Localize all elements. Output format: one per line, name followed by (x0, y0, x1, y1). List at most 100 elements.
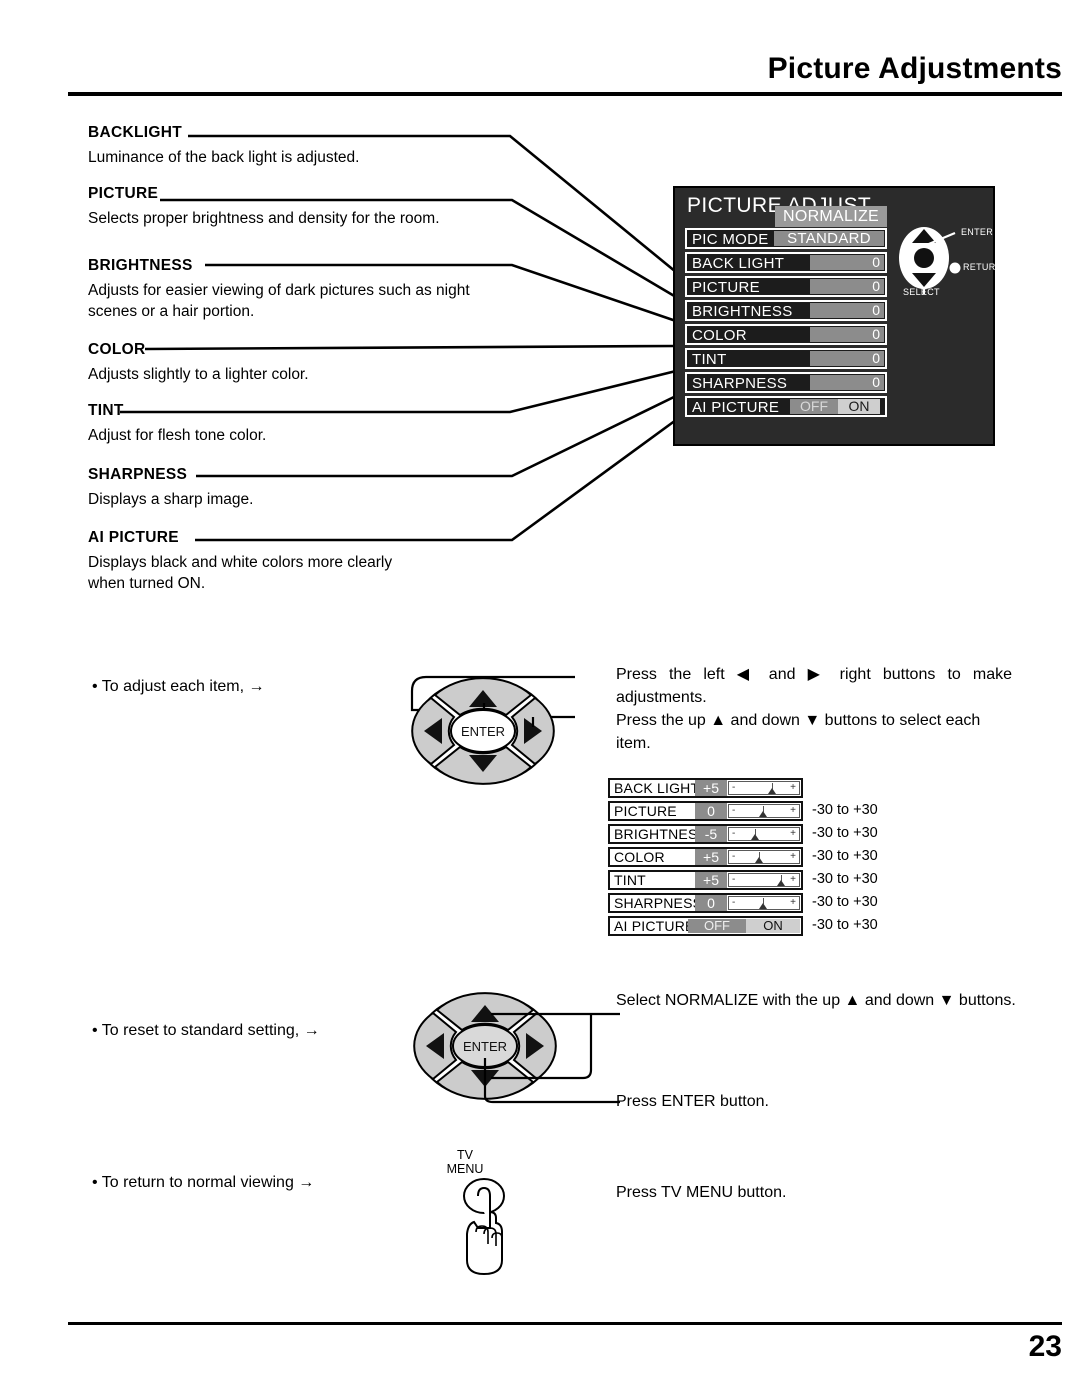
value-row-label: PICTURE (614, 803, 677, 819)
value-row-sharpness[interactable]: SHARPNESS 0 - + (608, 893, 803, 913)
osd-row-brightness[interactable]: BRIGHTNESS 0 (685, 300, 887, 321)
nav-label-select: SELECT (903, 287, 940, 297)
tv-menu-caption-line2: MENU (446, 1162, 484, 1176)
description-body: Adjusts for easier viewing of dark pictu… (88, 282, 470, 320)
osd-ai-picture-toggle[interactable]: OFF ON (790, 399, 884, 414)
slider-knob[interactable] (751, 834, 759, 840)
slider-knob[interactable] (777, 880, 785, 886)
range-color: -30 to +30 (812, 871, 878, 887)
value-row-number: 0 (695, 895, 727, 911)
slider-plus-label: + (790, 874, 796, 885)
osd-row-label: BACK LIGHT (692, 255, 785, 272)
slider-minus-label: - (732, 851, 736, 862)
value-row-slider[interactable]: - + (728, 896, 800, 910)
dpad-reset-icon[interactable]: ENTER (405, 978, 620, 1113)
slider-minus-label: - (732, 897, 736, 908)
osd-row-label: COLOR (692, 327, 747, 344)
slider-plus-label: + (790, 805, 796, 816)
step-reset-bullet: • To reset to standard setting, → (92, 1022, 320, 1039)
page-title: Picture Adjustments (767, 52, 1062, 85)
value-row-tint[interactable]: TINT +5 - + (608, 870, 803, 890)
osd-row-value: 0 (810, 351, 884, 366)
slider-minus-label: - (732, 874, 736, 885)
osd-row-label: TINT (692, 351, 727, 368)
value-row-number: +5 (695, 780, 727, 796)
value-row-color[interactable]: COLOR +5 - + (608, 847, 803, 867)
osd-ai-picture-caret (880, 399, 884, 414)
osd-value-list: BACK LIGHT +5 - + PICTURE 0 - + BRIGHTNE… (608, 778, 803, 939)
osd-picture-adjust-panel: PICTURE ADJUST NORMALIZE PIC MODE STANDA… (673, 186, 1002, 446)
value-row-ai-picture[interactable]: AI PICTURE OFF ON (608, 916, 803, 936)
osd-row-list: PIC MODE STANDARD BACK LIGHT 0 PICTURE 0… (685, 228, 887, 420)
slider-knob[interactable] (759, 811, 767, 817)
osd-row-value: 0 (810, 303, 884, 318)
value-row-number: -5 (695, 826, 727, 842)
description-heading: PICTURE (88, 185, 159, 202)
description-tint: TINT Adjust for flesh tone color. (88, 402, 266, 446)
value-row-picture[interactable]: PICTURE 0 - + (608, 801, 803, 821)
slider-minus-label: - (732, 805, 736, 816)
slider-minus-label: - (732, 828, 736, 839)
osd-row-value: STANDARD (774, 231, 884, 246)
osd-row-tint[interactable]: TINT 0 (685, 348, 887, 369)
value-ai-picture-off[interactable]: OFF (688, 919, 746, 933)
osd-row-label: BRIGHTNESS (692, 303, 793, 320)
osd-row-label: SHARPNESS (692, 375, 788, 392)
slider-knob[interactable] (759, 903, 767, 909)
description-sharpness: SHARPNESS Displays a sharp image. (88, 466, 253, 510)
dpad-enter-label: ENTER (461, 724, 505, 739)
range-brightness: -30 to +30 (812, 848, 878, 864)
hand-pressing-tv-menu-icon[interactable] (440, 1178, 530, 1278)
osd-row-picture[interactable]: PICTURE 0 (685, 276, 887, 297)
range-picture: -30 to +30 (812, 825, 878, 841)
description-heading: SHARPNESS (88, 466, 188, 483)
slider-knob[interactable] (755, 857, 763, 863)
value-ai-picture-on[interactable]: ON (746, 919, 800, 933)
slider-plus-label: + (790, 828, 796, 839)
step-adjust-bullet: • To adjust each item, → (92, 678, 265, 695)
osd-row-ai-picture[interactable]: AI PICTURE OFF ON (685, 396, 887, 417)
value-row-back-light[interactable]: BACK LIGHT +5 - + (608, 778, 803, 798)
osd-row-sharpness[interactable]: SHARPNESS 0 (685, 372, 887, 393)
tv-menu-button-caption: TV MENU (430, 1148, 500, 1176)
header-rule (68, 92, 1062, 96)
osd-ai-picture-on[interactable]: ON (838, 399, 880, 414)
value-row-slider[interactable]: - + (728, 804, 800, 818)
manual-page: Picture Adjustments BACKLIGHT Luminance … (0, 0, 1080, 1397)
description-ai-picture: AI PICTURE Displays black and white colo… (88, 529, 392, 594)
slider-plus-label: + (790, 897, 796, 908)
osd-row-label: PIC MODE (692, 231, 769, 248)
footer-rule (68, 1322, 1062, 1325)
osd-normalize-button[interactable]: NORMALIZE (775, 206, 887, 227)
value-ai-picture-toggle[interactable]: OFF ON (688, 919, 800, 933)
value-row-label: COLOR (614, 849, 665, 865)
value-row-slider[interactable]: - + (728, 781, 800, 795)
osd-ai-picture-off[interactable]: OFF (790, 399, 838, 414)
osd-nav-cluster: ENTER RETURN SELECT (897, 216, 1002, 300)
description-heading: BRIGHTNESS (88, 257, 193, 274)
dpad-adjust-icon[interactable]: ENTER (400, 665, 575, 795)
osd-row-value: 0 (810, 279, 884, 294)
slider-plus-label: + (790, 782, 796, 793)
step-return-bullet: • To return to normal viewing → (92, 1174, 315, 1191)
value-row-brightness[interactable]: BRIGHTNESS -5 - + (608, 824, 803, 844)
value-row-slider[interactable]: - + (728, 873, 800, 887)
step-adjust-text-1: Press the left ◀ and ▶ right buttons to … (616, 666, 1012, 706)
osd-row-pic-mode[interactable]: PIC MODE STANDARD (685, 228, 887, 249)
description-body: Adjust for flesh tone color. (88, 427, 267, 444)
description-color: COLOR Adjusts slightly to a lighter colo… (88, 341, 309, 385)
range-sharpness: -30 to +30 (812, 917, 878, 933)
description-heading: AI PICTURE (88, 529, 179, 546)
description-body: Selects proper brightness and density fo… (88, 210, 440, 227)
osd-row-color[interactable]: COLOR 0 (685, 324, 887, 345)
value-row-slider[interactable]: - + (728, 827, 800, 841)
slider-minus-label: - (732, 782, 736, 793)
range-back-light: -30 to +30 (812, 802, 878, 818)
description-picture: PICTURE Selects proper brightness and de… (88, 185, 440, 229)
nav-label-return: RETURN (963, 262, 1003, 272)
value-row-slider[interactable]: - + (728, 850, 800, 864)
description-body: Adjusts slightly to a lighter color. (88, 366, 309, 383)
osd-row-back-light[interactable]: BACK LIGHT 0 (685, 252, 887, 273)
slider-knob[interactable] (768, 788, 776, 794)
tv-menu-caption-line1: TV (457, 1148, 473, 1162)
